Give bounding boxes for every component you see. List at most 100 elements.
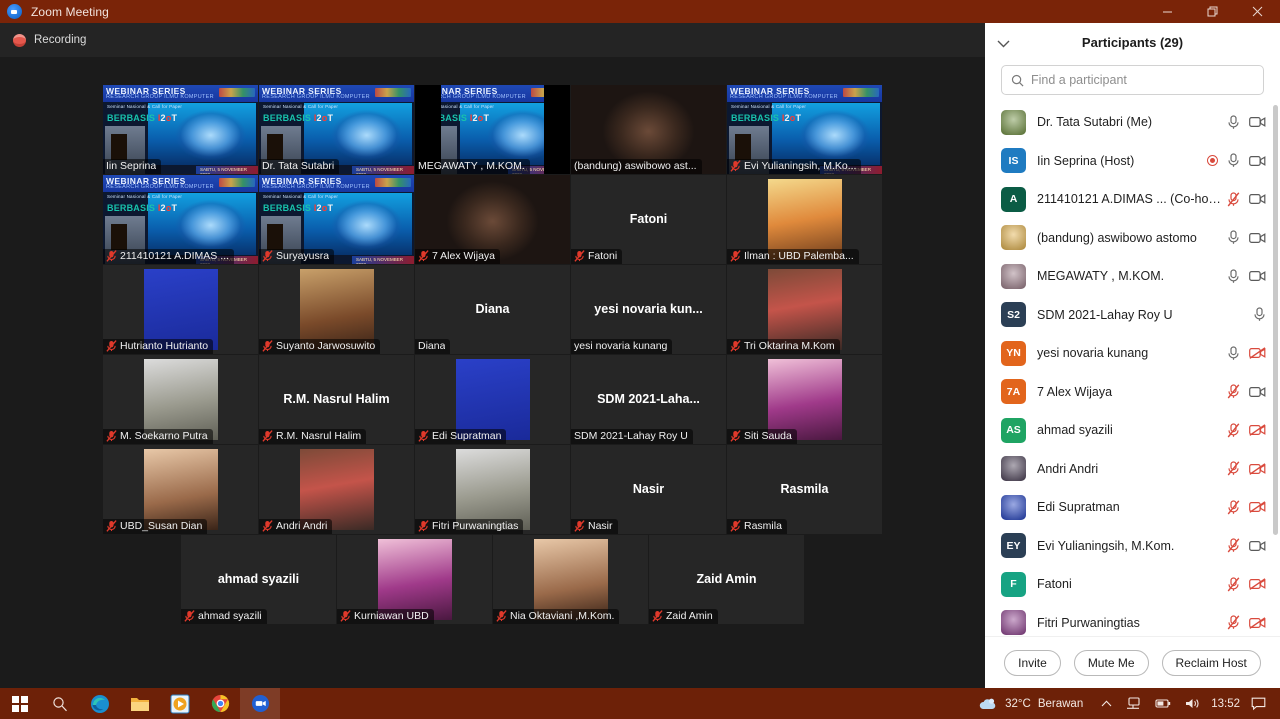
participant-row[interactable]: EY Evi Yulianingsih, M.Kom. (985, 527, 1280, 566)
video-tile[interactable]: Ilman : UBD Palemba... (727, 175, 882, 264)
mic-icon[interactable] (1227, 230, 1240, 245)
muted-mic-icon[interactable] (1227, 423, 1240, 438)
edge-icon[interactable] (80, 688, 120, 719)
video-on-icon[interactable] (1249, 193, 1266, 205)
search-icon[interactable] (40, 688, 80, 719)
video-tile[interactable]: WEBINAR SERIES RESEARCH GROUP ILMU KOMPUT… (727, 85, 882, 174)
mic-icon[interactable] (1227, 153, 1240, 168)
video-off-icon[interactable] (1249, 424, 1266, 437)
video-on-icon[interactable] (1249, 155, 1266, 167)
video-tile[interactable]: UBD_Susan Dian (103, 445, 258, 534)
video-tile[interactable]: Diana Diana (415, 265, 570, 354)
battery-icon[interactable] (1148, 698, 1178, 709)
muted-mic-icon[interactable] (1227, 577, 1240, 592)
participant-row[interactable]: Dr. Tata Sutabri (Me) (985, 103, 1280, 142)
minimize-icon[interactable] (1145, 0, 1190, 23)
media-player-icon[interactable] (160, 688, 200, 719)
participant-row[interactable]: F Fatoni (985, 565, 1280, 604)
chevron-down-icon[interactable] (997, 35, 1010, 53)
video-tile[interactable]: WEBINAR SERIES RESEARCH GROUP ILMU KOMPUT… (415, 85, 570, 174)
chevron-up-icon[interactable] (1083, 700, 1119, 707)
video-tile[interactable]: WEBINAR SERIES RESEARCH GROUP ILMU KOMPUT… (259, 85, 414, 174)
video-tile[interactable]: Suyanto Jarwosuwito (259, 265, 414, 354)
video-tile[interactable]: Siti Sauda (727, 355, 882, 444)
video-tile[interactable]: WEBINAR SERIES RESEARCH GROUP ILMU KOMPUT… (103, 175, 258, 264)
video-tile[interactable]: WEBINAR SERIES RESEARCH GROUP ILMU KOMPUT… (103, 85, 258, 174)
video-tile[interactable]: Edi Supratman (415, 355, 570, 444)
tray-clock[interactable]: 13:52 (1207, 698, 1244, 710)
mic-icon[interactable] (1227, 115, 1240, 130)
participant-row[interactable]: (bandung) aswibowo astomo (985, 219, 1280, 258)
chrome-icon[interactable] (200, 688, 240, 719)
invite-button[interactable]: Invite (1004, 649, 1061, 676)
video-off-icon[interactable] (1249, 347, 1266, 360)
close-icon[interactable] (1235, 0, 1280, 23)
video-on-icon[interactable] (1249, 232, 1266, 244)
video-tile[interactable]: 7 Alex Wijaya (415, 175, 570, 264)
participant-row[interactable]: AS ahmad syazili (985, 411, 1280, 450)
participant-row[interactable]: 7A 7 Alex Wijaya (985, 373, 1280, 412)
video-tile[interactable]: Nia Oktaviani ,M.Kom. (493, 535, 648, 624)
mute-me-button[interactable]: Mute Me (1073, 649, 1149, 676)
video-tile[interactable]: yesi novaria kun... yesi novaria kunang (571, 265, 726, 354)
mic-icon[interactable] (1253, 307, 1266, 322)
video-off-icon[interactable] (1249, 578, 1266, 591)
participant-row[interactable]: A 211410121 A.DIMAS ... (Co-host) (985, 180, 1280, 219)
participant-row[interactable]: S2 SDM 2021-Lahay Roy U (985, 296, 1280, 335)
participant-list-scrollbar[interactable] (1273, 105, 1278, 535)
video-tile[interactable]: R.M. Nasrul Halim R.M. Nasrul Halim (259, 355, 414, 444)
tile-participant-name: UBD_Susan Dian (120, 520, 203, 532)
mic-icon[interactable] (1227, 346, 1240, 361)
reclaim-host-button[interactable]: Reclaim Host (1161, 649, 1261, 676)
video-tile[interactable]: Zaid Amin Zaid Amin (649, 535, 804, 624)
video-tile[interactable]: M. Soekarno Putra (103, 355, 258, 444)
video-tile[interactable]: Tri Oktarina M.Kom (727, 265, 882, 354)
video-tile[interactable]: Fatoni Fatoni (571, 175, 726, 264)
video-tile[interactable]: Hutrianto Hutrianto (103, 265, 258, 354)
cloud-icon[interactable] (971, 697, 1005, 711)
video-tile[interactable]: Nasir Nasir (571, 445, 726, 534)
video-tile[interactable]: SDM 2021-Laha... SDM 2021-Lahay Roy U (571, 355, 726, 444)
video-tile[interactable]: ahmad syazili ahmad syazili (181, 535, 336, 624)
video-tile[interactable]: WEBINAR SERIES RESEARCH GROUP ILMU KOMPUT… (259, 175, 414, 264)
video-on-icon[interactable] (1249, 540, 1266, 552)
muted-mic-icon[interactable] (1227, 384, 1240, 399)
video-tile[interactable]: Fitri Purwaningtias (415, 445, 570, 534)
recording-label: Recording (34, 34, 87, 46)
video-tile[interactable]: Andri Andri (259, 445, 414, 534)
tile-name-bar: Suryayusra (259, 249, 335, 264)
video-on-icon[interactable] (1249, 386, 1266, 398)
tile-participant-name: Hutrianto Hutrianto (120, 340, 209, 352)
zoom-icon[interactable] (240, 688, 280, 719)
video-on-icon[interactable] (1249, 116, 1266, 128)
participant-row[interactable]: Andri Andri (985, 450, 1280, 489)
muted-mic-icon[interactable] (1227, 615, 1240, 630)
mic-icon[interactable] (1227, 269, 1240, 284)
participant-photo (767, 179, 842, 260)
search-input[interactable]: Find a participant (1001, 65, 1264, 95)
windows-start-icon[interactable] (0, 688, 40, 719)
muted-mic-icon[interactable] (1227, 192, 1240, 207)
muted-mic-icon[interactable] (1227, 500, 1240, 515)
volume-icon[interactable] (1178, 697, 1207, 710)
muted-mic-icon[interactable] (1227, 538, 1240, 553)
video-on-icon[interactable] (1249, 270, 1266, 282)
participant-row[interactable]: IS Iin Seprina (Host) (985, 142, 1280, 181)
participant-row[interactable]: MEGAWATY , M.KOM. (985, 257, 1280, 296)
restore-icon[interactable] (1190, 0, 1235, 23)
tile-name-bar: Siti Sauda (727, 429, 797, 444)
video-tile[interactable]: (bandung) aswibowo ast... (571, 85, 726, 174)
avatar (1001, 494, 1026, 520)
video-off-icon[interactable] (1249, 462, 1266, 475)
video-off-icon[interactable] (1249, 501, 1266, 514)
video-tile[interactable]: Kurniawan UBD (337, 535, 492, 624)
muted-mic-icon[interactable] (1227, 461, 1240, 476)
notification-icon[interactable] (1244, 697, 1280, 711)
participant-row[interactable]: Fitri Purwaningtias (985, 604, 1280, 637)
file-explorer-icon[interactable] (120, 688, 160, 719)
network-icon[interactable] (1119, 697, 1148, 710)
participant-row[interactable]: YN yesi novaria kunang (985, 334, 1280, 373)
video-off-icon[interactable] (1249, 616, 1266, 629)
video-tile[interactable]: Rasmila Rasmila (727, 445, 882, 534)
participant-row[interactable]: Edi Supratman (985, 488, 1280, 527)
